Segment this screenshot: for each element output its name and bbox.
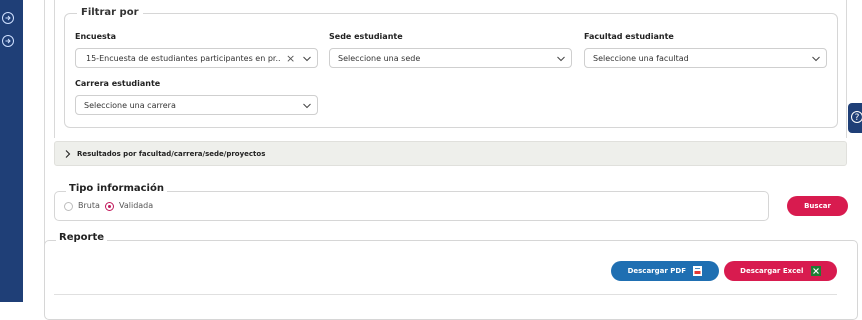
carrera-placeholder: Seleccione una carrera [84, 101, 176, 110]
carrera-select[interactable]: Seleccione una carrera [75, 95, 318, 115]
arrow-right-circle-icon[interactable] [2, 35, 14, 47]
reporte-legend: Reporte [56, 232, 108, 243]
help-icon: ? [851, 111, 862, 123]
panel-border-right [846, 0, 847, 138]
download-pdf-label: Descargar PDF [627, 267, 686, 275]
encuesta-value: 15-Encuesta de estudiantes participantes… [86, 54, 281, 63]
radio-validada-label: Validada [119, 201, 154, 210]
chevron-down-icon [303, 103, 311, 109]
sidebar [0, 0, 23, 302]
pdf-file-icon [693, 266, 703, 276]
chevron-down-icon [557, 56, 565, 62]
tipo-legend: Tipo información [66, 183, 167, 194]
tipo-panel [54, 191, 769, 221]
download-pdf-button[interactable]: Descargar PDF [611, 261, 719, 281]
carrera-label: Carrera estudiante [75, 79, 161, 88]
excel-file-icon [810, 266, 821, 276]
panel-border-left [54, 0, 55, 138]
clear-icon[interactable]: × [286, 53, 295, 64]
chevron-down-icon [812, 56, 820, 62]
sede-select[interactable]: Seleccione una sede [329, 48, 572, 68]
facultad-label: Facultad estudiante [584, 32, 674, 41]
reporte-divider [54, 294, 837, 295]
radio-bruta-label: Bruta [78, 201, 100, 210]
chevron-right-icon [65, 150, 71, 158]
arrow-right-circle-icon[interactable] [2, 12, 14, 24]
sede-label: Sede estudiante [329, 32, 403, 41]
facultad-select[interactable]: Seleccione una facultad [584, 48, 827, 68]
results-accordion[interactable]: Resultados por facultad/carrera/sede/pro… [54, 141, 847, 166]
buscar-button[interactable]: Buscar [787, 196, 848, 216]
download-excel-button[interactable]: Descargar Excel [724, 261, 837, 281]
facultad-placeholder: Seleccione una facultad [593, 54, 689, 63]
filter-legend: Filtrar por [77, 7, 143, 18]
radio-bruta[interactable] [64, 202, 73, 211]
help-tab[interactable]: ? [848, 103, 862, 133]
accordion-label: Resultados por facultad/carrera/sede/pro… [77, 150, 266, 158]
sede-placeholder: Seleccione una sede [338, 54, 421, 63]
radio-validada[interactable] [105, 202, 114, 211]
download-excel-label: Descargar Excel [740, 267, 804, 275]
chevron-down-icon [303, 56, 311, 62]
buscar-label: Buscar [804, 202, 831, 210]
encuesta-select[interactable]: 15-Encuesta de estudiantes participantes… [75, 48, 318, 68]
encuesta-label: Encuesta [75, 32, 117, 41]
